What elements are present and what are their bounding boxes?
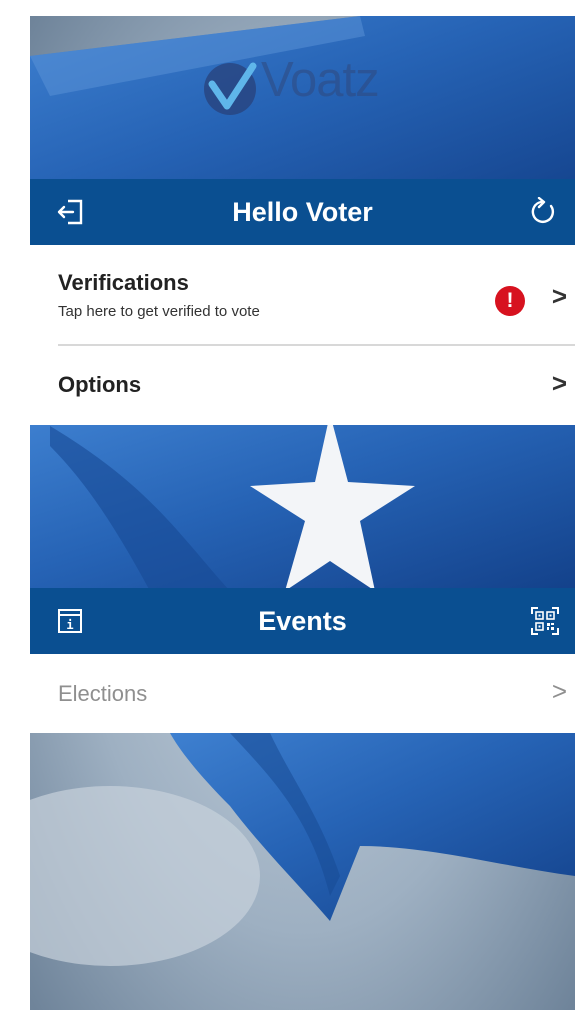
- logo-text: Voatz: [261, 53, 380, 107]
- home-header: Hello Voter: [30, 179, 575, 245]
- checkmark-logo-icon: [204, 62, 257, 115]
- page-title: Hello Voter: [232, 197, 373, 227]
- voatz-logo: Voatz: [203, 50, 433, 126]
- options-row[interactable]: Options >: [30, 346, 575, 425]
- refresh-icon[interactable]: [527, 196, 559, 228]
- chevron-right-icon: >: [551, 281, 567, 311]
- elections-row[interactable]: Elections >: [30, 654, 575, 733]
- qr-code-icon[interactable]: [529, 605, 561, 637]
- events-title: Events: [258, 606, 347, 636]
- verifications-title: Verifications: [58, 270, 189, 295]
- elections-title: Elections: [58, 681, 148, 706]
- events-list: Elections >: [30, 654, 575, 733]
- chevron-right-icon: >: [551, 368, 567, 398]
- flag-background: [30, 16, 575, 1010]
- alert-icon: !: [495, 286, 525, 316]
- account-menu: Verifications Tap here to get verified t…: [30, 245, 575, 425]
- options-title: Options: [58, 372, 142, 397]
- verifications-subtitle: Tap here to get verified to vote: [58, 303, 260, 320]
- chevron-right-icon: >: [551, 676, 567, 706]
- verifications-row[interactable]: Verifications Tap here to get verified t…: [30, 245, 575, 344]
- phone-frame: Voatz Hello Voter Verifications Tap here…: [0, 0, 575, 1010]
- events-header: i Events: [30, 588, 575, 654]
- app-screen: Voatz Hello Voter Verifications Tap here…: [30, 16, 575, 1010]
